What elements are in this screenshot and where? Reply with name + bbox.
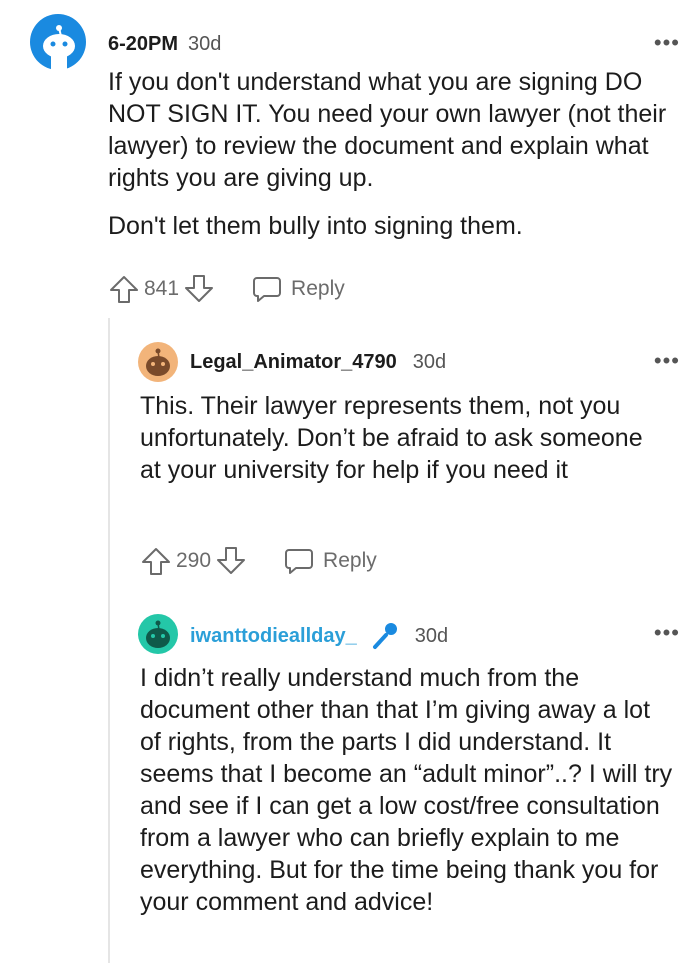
avatar[interactable] xyxy=(138,342,178,382)
reply-label: Reply xyxy=(291,277,345,300)
comment-body: I didn’t really understand much from the… xyxy=(140,662,676,918)
avatar[interactable] xyxy=(30,14,86,70)
timestamp: 30d xyxy=(414,624,449,647)
reply-icon xyxy=(285,549,314,574)
reply-button[interactable]: Reply xyxy=(283,545,377,577)
username[interactable]: Legal_Animator_4790 xyxy=(190,351,397,374)
upvote-icon[interactable] xyxy=(108,273,140,305)
vote-score: 841 xyxy=(144,277,180,300)
downvote-icon[interactable] xyxy=(183,273,215,305)
comment-body: This. Their lawyer represents them, not … xyxy=(140,390,670,486)
avatar[interactable] xyxy=(138,614,178,654)
comment-paragraph: I didn’t really understand much from the… xyxy=(140,664,673,916)
reply-label: Reply xyxy=(323,549,377,572)
timestamp: 30d xyxy=(412,350,447,373)
more-options-icon[interactable]: ••• xyxy=(654,30,680,56)
reply-button[interactable]: Reply xyxy=(251,273,345,305)
vote-score: 290 xyxy=(176,549,212,572)
comment-paragraph: If you don't understand what you are sig… xyxy=(108,68,667,192)
reply-icon xyxy=(253,277,282,302)
username[interactable]: 6-20PM xyxy=(108,33,178,56)
username[interactable]: iwanttodieallday_ xyxy=(190,625,357,648)
microphone-icon xyxy=(372,623,397,649)
upvote-icon[interactable] xyxy=(140,545,172,577)
comment-paragraph: Don't let them bully into signing them. xyxy=(108,212,523,240)
thread-line xyxy=(108,318,110,963)
more-options-icon[interactable]: ••• xyxy=(654,348,680,374)
comment-actions: 841 Reply xyxy=(108,272,345,306)
comment-body: If you don't understand what you are sig… xyxy=(108,66,668,242)
comment-paragraph: This. Their lawyer represents them, not … xyxy=(140,392,643,484)
downvote-icon[interactable] xyxy=(215,545,247,577)
more-options-icon[interactable]: ••• xyxy=(654,620,680,646)
comment-actions: 290 Reply xyxy=(140,544,377,578)
timestamp: 30d xyxy=(188,32,222,55)
